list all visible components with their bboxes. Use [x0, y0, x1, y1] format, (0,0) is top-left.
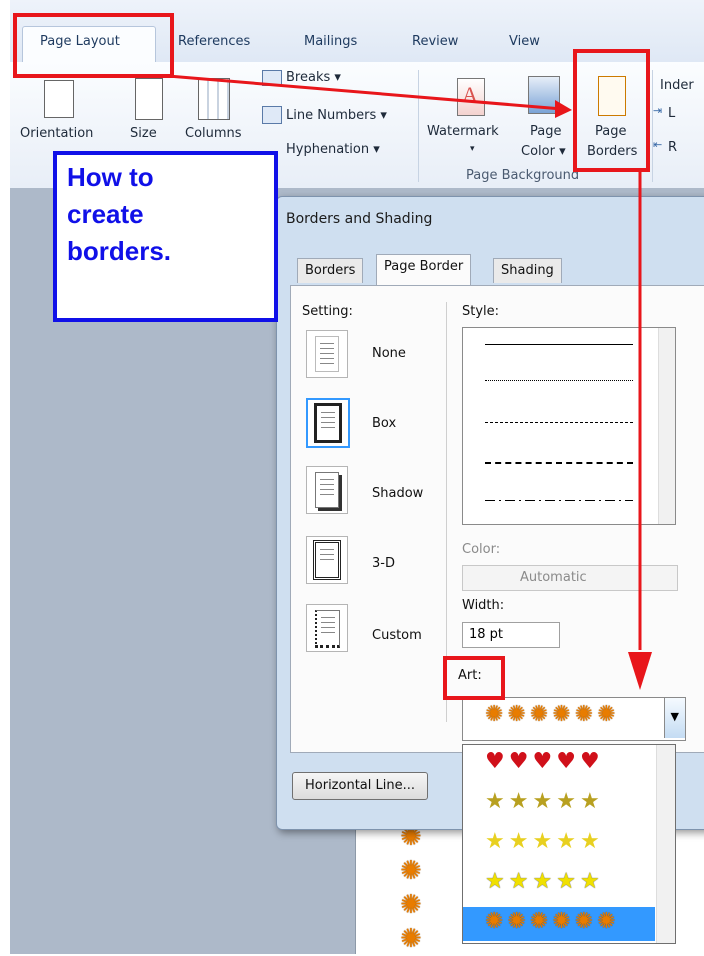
arrowhead — [555, 100, 572, 118]
annotation-arrows — [167, 74, 652, 690]
callout-box: How to create borders. — [53, 151, 278, 322]
arrow-to-page-borders — [167, 74, 563, 111]
callout-text: How to create borders. — [67, 162, 172, 266]
arrowhead — [628, 652, 652, 690]
